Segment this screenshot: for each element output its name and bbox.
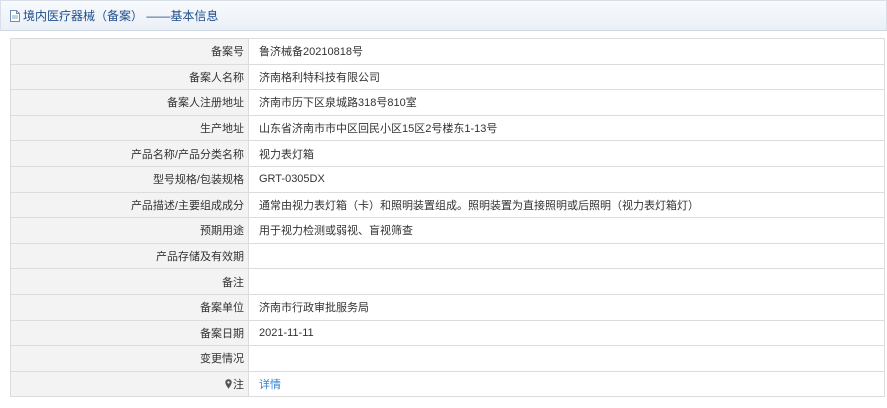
info-table: 备案号 鲁济械备20210818号 备案人名称 济南格利特科技有限公司 备案人注册地… [10, 38, 885, 398]
field-value: 鲁济械备20210818号 [248, 38, 885, 65]
field-value: 济南市历下区泉城路318号810室 [248, 89, 885, 116]
field-value [248, 242, 885, 270]
field-label: 产品存储及有效期 [10, 242, 249, 270]
table-row: 变更情况 [10, 345, 885, 372]
note-label-cell: 注 [10, 370, 249, 398]
table-row: 预期用途 用于视力检测或弱视、盲视筛查 [10, 217, 885, 244]
table-row: 型号规格/包装规格 GRT-0305DX [10, 165, 885, 193]
field-label: 型号规格/包装规格 [10, 165, 249, 193]
field-label: 备案单位 [10, 293, 249, 321]
field-value: 山东省济南市市中区回民小区15区2号楼东1-13号 [248, 114, 885, 142]
note-row: 注 详情 [10, 370, 885, 398]
field-value [248, 268, 885, 295]
field-value: 济南格利特科技有限公司 [248, 63, 885, 91]
map-pin-icon [225, 379, 232, 389]
field-value: 济南市行政审批服务局 [248, 293, 885, 321]
field-label: 预期用途 [10, 217, 249, 244]
field-label: 备案日期 [10, 319, 249, 347]
field-label: 备案号 [10, 38, 249, 65]
table-row: 生产地址 山东省济南市市中区回民小区15区2号楼东1-13号 [10, 114, 885, 142]
field-value [248, 345, 885, 372]
field-label: 备案人注册地址 [10, 89, 249, 116]
document-icon [10, 9, 20, 22]
field-label: 备案人名称 [10, 63, 249, 91]
field-label: 生产地址 [10, 114, 249, 142]
table-row: 备注 [10, 268, 885, 295]
table-row: 备案日期 2021-11-11 [10, 319, 885, 347]
field-label: 产品名称/产品分类名称 [10, 140, 249, 167]
table-row: 产品描述/主要组成成分 通常由视力表灯箱（卡）和照明装置组成。照明装置为直接照明或… [10, 191, 885, 219]
page-title: 境内医疗器械（备案） ——基本信息 [23, 9, 219, 23]
table-row: 备案号 鲁济械备20210818号 [10, 38, 885, 65]
field-value: 视力表灯箱 [248, 140, 885, 167]
table-row: 备案人注册地址 济南市历下区泉城路318号810室 [10, 89, 885, 116]
table-row: 备案人名称 济南格利特科技有限公司 [10, 63, 885, 91]
table-row: 产品存储及有效期 [10, 242, 885, 270]
note-label: 注 [233, 379, 244, 392]
field-value: 用于视力检测或弱视、盲视筛查 [248, 217, 885, 244]
table-row: 产品名称/产品分类名称 视力表灯箱 [10, 140, 885, 167]
field-value: GRT-0305DX [248, 165, 885, 193]
note-value-cell: 详情 [248, 370, 885, 398]
details-link[interactable]: 详情 [259, 379, 281, 391]
field-label: 变更情况 [10, 345, 249, 372]
page-header: 境内医疗器械（备案） ——基本信息 [0, 0, 887, 31]
field-label: 产品描述/主要组成成分 [10, 191, 249, 219]
field-label: 备注 [10, 268, 249, 295]
table-row: 备案单位 济南市行政审批服务局 [10, 293, 885, 321]
field-value: 2021-11-11 [248, 319, 885, 347]
field-value: 通常由视力表灯箱（卡）和照明装置组成。照明装置为直接照明或后照明（视力表灯箱灯） [248, 191, 885, 219]
